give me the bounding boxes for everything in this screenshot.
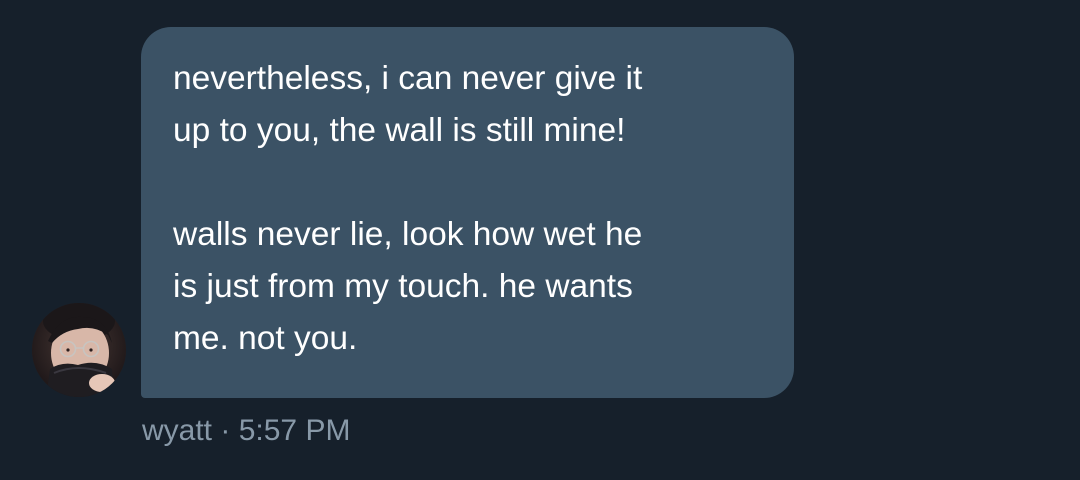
avatar[interactable] [32, 303, 126, 397]
sender-name[interactable]: wyatt [142, 414, 212, 447]
message-line-3: walls never lie, look how wet he [173, 216, 643, 253]
message-line-5: me. not you. [173, 320, 358, 357]
message-line-2: up to you, the wall is still mine! [173, 112, 626, 149]
message-bubble[interactable]: nevertheless, i can never give it up to … [141, 27, 794, 398]
meta-separator: · [220, 414, 231, 447]
message-meta: wyatt · 5:57 PM [142, 411, 350, 451]
message-line-1: nevertheless, i can never give it [173, 60, 643, 97]
paragraph-break [173, 157, 764, 209]
received-message: nevertheless, i can never give it up to … [0, 0, 1080, 480]
message-timestamp: 5:57 PM [238, 414, 351, 447]
avatar-image [32, 303, 126, 397]
message-line-4: is just from my touch. he wants [173, 268, 633, 305]
conversation-view: nevertheless, i can never give it up to … [0, 0, 1080, 480]
